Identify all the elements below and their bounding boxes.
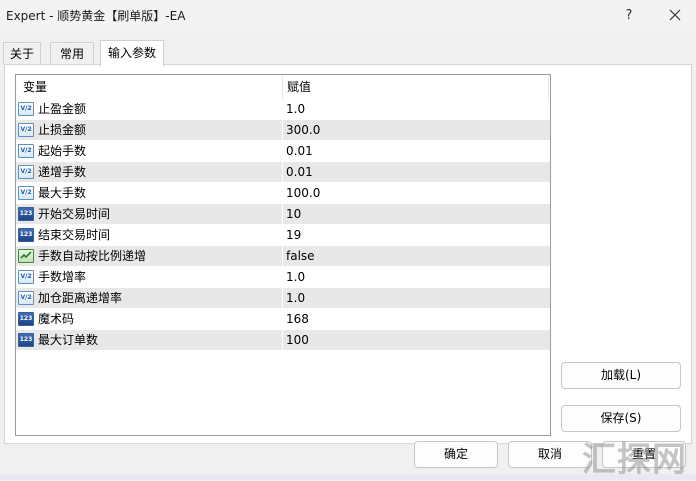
parameter-name: 最大订单数 [38,333,99,347]
parameter-value[interactable]: 100.0 [286,183,320,204]
background-strip [0,474,696,480]
tab-about[interactable]: 关于 [3,42,41,64]
parameter-value[interactable]: 1.0 [286,99,305,120]
cell-divider [282,204,283,225]
int-type-icon: 123 [18,312,34,326]
save-button[interactable]: 保存(S) [561,405,681,432]
table-row[interactable]: V/2 止盈金额 1.0 [16,99,550,120]
bool-type-icon [18,249,34,263]
column-divider[interactable] [548,75,549,99]
table-row[interactable]: V/2 手数增率 1.0 [16,267,550,288]
double-type-icon: V/2 [18,270,34,284]
cell-divider [282,309,283,330]
double-type-icon: V/2 [18,165,34,179]
column-header-value[interactable]: 赋值 [287,75,311,99]
table-row[interactable]: V/2 加仓距离递增率 1.0 [16,288,550,309]
title-bar: Expert - 顺势黄金【刷单版】-EA ? [0,0,696,32]
parameter-value[interactable]: 100 [286,330,309,351]
table-row[interactable]: 手数自动按比例递增 false [16,246,550,267]
table-row[interactable]: 123 最大订单数 100 [16,330,550,351]
load-button[interactable]: 加载(L) [561,362,681,389]
int-type-icon: 123 [18,207,34,221]
help-button[interactable]: ? [616,4,642,26]
cell-divider [282,183,283,204]
table-row[interactable]: 123 结束交易时间 19 [16,225,550,246]
parameter-name: 止损金额 [38,123,87,137]
parameter-name: 止盈金额 [38,102,87,116]
table-row[interactable]: 123 开始交易时间 10 [16,204,550,225]
help-icon: ? [625,7,633,23]
parameter-name: 起始手数 [38,144,87,158]
parameter-name: 结束交易时间 [38,228,111,242]
cell-divider [282,246,283,267]
cell-divider [282,225,283,246]
parameter-value[interactable]: 168 [286,309,309,330]
parameter-value[interactable]: 0.01 [286,162,313,183]
table-row[interactable]: V/2 递增手数 0.01 [16,162,550,183]
column-divider[interactable] [282,75,283,99]
close-button[interactable] [662,4,688,26]
close-icon [669,9,681,21]
cell-divider [282,162,283,183]
parameter-name: 加仓距离递增率 [38,291,123,305]
parameter-name: 魔术码 [38,312,75,326]
grid-body: V/2 止盈金额 1.0 V/2 止损金额 300.0 V/2 起始手数 0.01 V/2 递增手数… [16,99,550,351]
tab-common[interactable]: 常用 [50,42,94,64]
cell-divider [282,141,283,162]
parameter-value[interactable]: 1.0 [286,267,305,288]
parameter-value[interactable]: 300.0 [286,120,320,141]
parameter-name: 最大手数 [38,186,87,200]
cell-divider [282,330,283,351]
column-header-variable[interactable]: 变量 [23,75,47,99]
parameter-value[interactable]: 19 [286,225,301,246]
cell-divider [282,99,283,120]
parameter-value[interactable]: 1.0 [286,288,305,309]
parameter-value[interactable]: 0.01 [286,141,313,162]
parameter-name: 手数自动按比例递增 [38,249,147,263]
ok-button[interactable]: 确定 [414,441,498,468]
parameter-name: 手数增率 [38,270,87,284]
table-row[interactable]: 123 魔术码 168 [16,309,550,330]
double-type-icon: V/2 [18,291,34,305]
int-type-icon: 123 [18,333,34,347]
double-type-icon: V/2 [18,186,34,200]
cell-divider [282,120,283,141]
parameter-value[interactable]: 10 [286,204,301,225]
int-type-icon: 123 [18,228,34,242]
cell-divider [282,267,283,288]
cell-divider [282,288,283,309]
table-row[interactable]: V/2 止损金额 300.0 [16,120,550,141]
table-row[interactable]: V/2 起始手数 0.01 [16,141,550,162]
tab-inputs[interactable]: 输入参数 [100,40,164,66]
table-row[interactable]: V/2 最大手数 100.0 [16,183,550,204]
window-title: Expert - 顺势黄金【刷单版】-EA [6,9,186,23]
cancel-button[interactable]: 取消 [508,441,592,468]
double-type-icon: V/2 [18,123,34,137]
parameter-value[interactable]: false [286,246,315,267]
parameter-name: 开始交易时间 [38,207,111,221]
grid-header: 变量 赋值 [16,75,550,99]
double-type-icon: V/2 [18,102,34,116]
double-type-icon: V/2 [18,144,34,158]
parameter-name: 递增手数 [38,165,87,179]
inputs-grid[interactable]: 变量 赋值 V/2 止盈金额 1.0 V/2 止损金额 300.0 V/2 起始手数 0.01 V… [15,74,551,436]
